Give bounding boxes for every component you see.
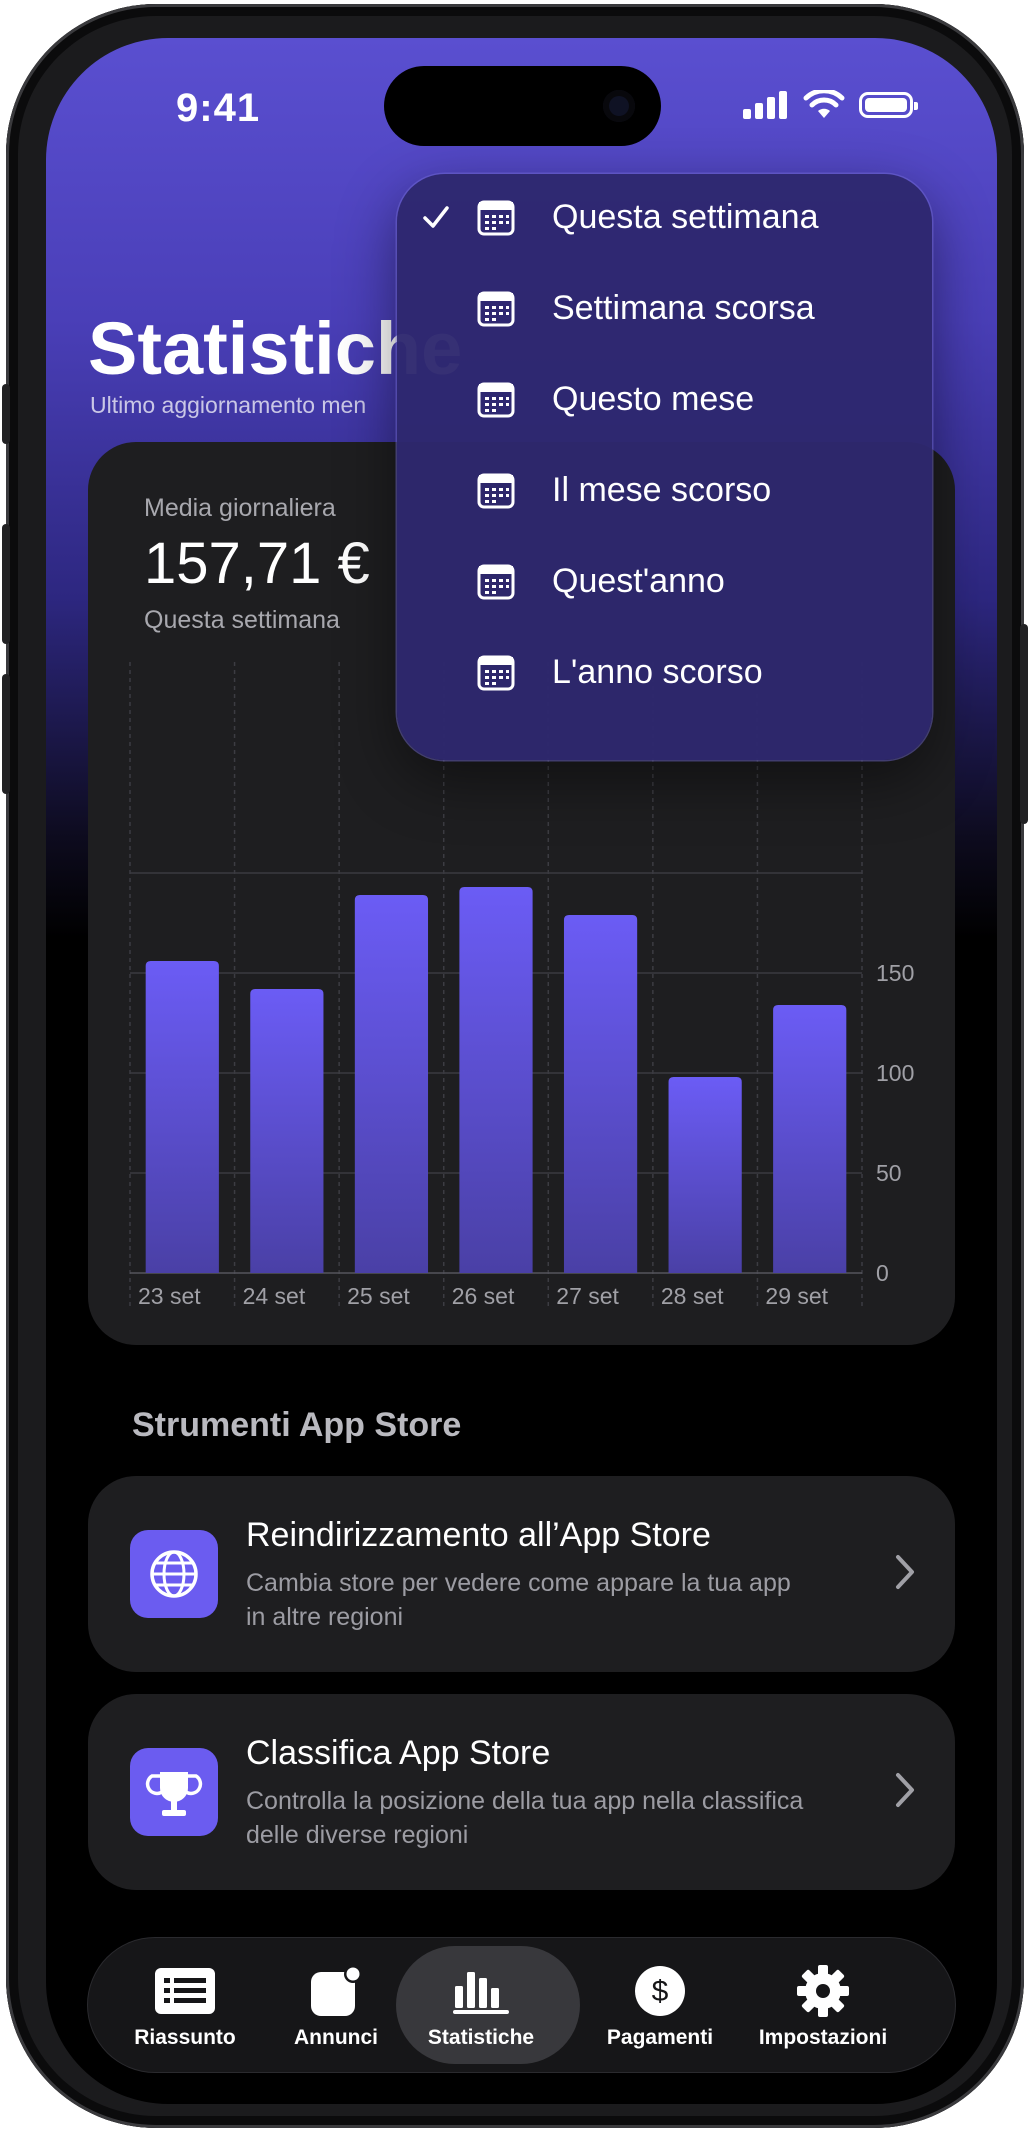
x-tick-label: 28 set [661,1283,724,1309]
globe-icon [130,1530,218,1618]
calendar-icon [477,473,515,509]
chevron-right-icon [896,1773,914,1807]
bar-chart-icon [389,1964,573,2018]
mute-switch [2,384,10,444]
x-tick-label: 25 set [347,1283,410,1309]
app-store-ranking-card[interactable]: Classifica App Store Controlla la posizi… [88,1694,955,1890]
wifi-icon [803,90,845,118]
menu-item-last-week[interactable]: Settimana scorsa [397,265,932,356]
tab-label: Statistiche [427,2026,535,2049]
y-tick-label: 50 [876,1160,902,1186]
power-button [1020,624,1028,824]
tab-pagamenti[interactable]: $ Pagamenti [575,1938,745,2072]
tab-riassunto[interactable]: Riassunto [100,1938,270,2072]
tab-label: Riassunto [134,2026,236,2049]
tab-statistiche[interactable]: Statistiche [396,1938,580,2072]
menu-item-this-month[interactable]: Questo mese [397,356,932,447]
menu-item-this-year[interactable]: Quest'anno [397,538,932,629]
tool-description: Cambia store per vedere come appare la t… [246,1569,791,1631]
tab-impostazioni[interactable]: Impostazioni [738,1938,908,2072]
last-update-text: Ultimo aggiornamento men [90,392,367,418]
dynamic-island [384,66,661,146]
menu-item-label: Questa settimana [552,198,819,236]
bar-26-set[interactable] [459,887,533,1273]
menu-item-label: L'anno scorso [552,653,763,691]
y-tick-label: 150 [876,960,914,986]
battery-icon [859,92,918,118]
gear-icon [796,1964,850,2018]
calendar-icon [477,382,515,418]
bar-24-set[interactable] [250,989,324,1273]
camera-icon [603,90,635,122]
calendar-icon [477,291,515,327]
bar-27-set[interactable] [563,915,638,1273]
tab-bar: Riassunto Annunci Statistiche $ Pagament… [88,1938,955,2072]
svg-text:$: $ [652,1975,669,2008]
section-title: Strumenti App Store [132,1406,462,1444]
volume-up-button [2,524,10,644]
menu-item-label: Quest'anno [552,562,725,600]
period-menu: Questa settimana Settimana scorsa Questo… [397,174,932,760]
status-icons [743,90,918,120]
dollar-icon: $ [634,1964,686,2018]
badge-icon [309,1964,363,2018]
menu-item-this-week[interactable]: Questa settimana [397,174,932,265]
tab-label: Impostazioni [758,2026,888,2049]
calendar-icon [477,564,515,600]
list-icon [155,1964,215,2018]
x-tick-label: 27 set [556,1283,619,1309]
tab-label: Annunci [294,2026,378,2049]
menu-item-last-month[interactable]: Il mese scorso [397,447,932,538]
tool-title: Reindirizzamento all’App Store [246,1516,711,1554]
menu-item-last-year[interactable]: L'anno scorso [397,629,932,720]
checkmark-icon [423,206,449,228]
status-time: 9:41 [176,86,261,130]
calendar-icon [477,655,515,691]
menu-item-label: Settimana scorsa [552,289,815,327]
bar-28-set[interactable] [668,1077,742,1273]
x-tick-label: 24 set [243,1283,306,1309]
tool-title: Classifica App Store [246,1734,551,1772]
y-tick-label: 0 [876,1260,889,1286]
x-tick-label: 23 set [138,1283,201,1309]
tab-label: Pagamenti [606,2026,714,2049]
menu-item-label: Il mese scorso [552,471,772,509]
chevron-right-icon [896,1555,914,1589]
screen: 9:41 Statistiche Ultimo aggiornamento me… [46,38,997,2104]
bar-23-set[interactable] [145,961,219,1273]
volume-down-button [2,674,10,794]
cellular-signal-icon [743,91,787,119]
calendar-icon [477,200,515,236]
x-tick-label: 29 set [765,1283,828,1309]
menu-item-label: Questo mese [552,380,755,418]
trophy-icon [130,1748,218,1836]
bar-25-set[interactable] [354,895,429,1273]
app-store-redirect-card[interactable]: Reindirizzamento all’App Store Cambia st… [88,1476,955,1672]
phone-frame: 9:41 Statistiche Ultimo aggiornamento me… [2,4,1028,2128]
y-tick-label: 100 [876,1060,914,1086]
tool-description: Controlla la posizione della tua app nel… [246,1787,804,1849]
bar-29-set[interactable] [773,1005,847,1273]
x-tick-label: 26 set [452,1283,515,1309]
